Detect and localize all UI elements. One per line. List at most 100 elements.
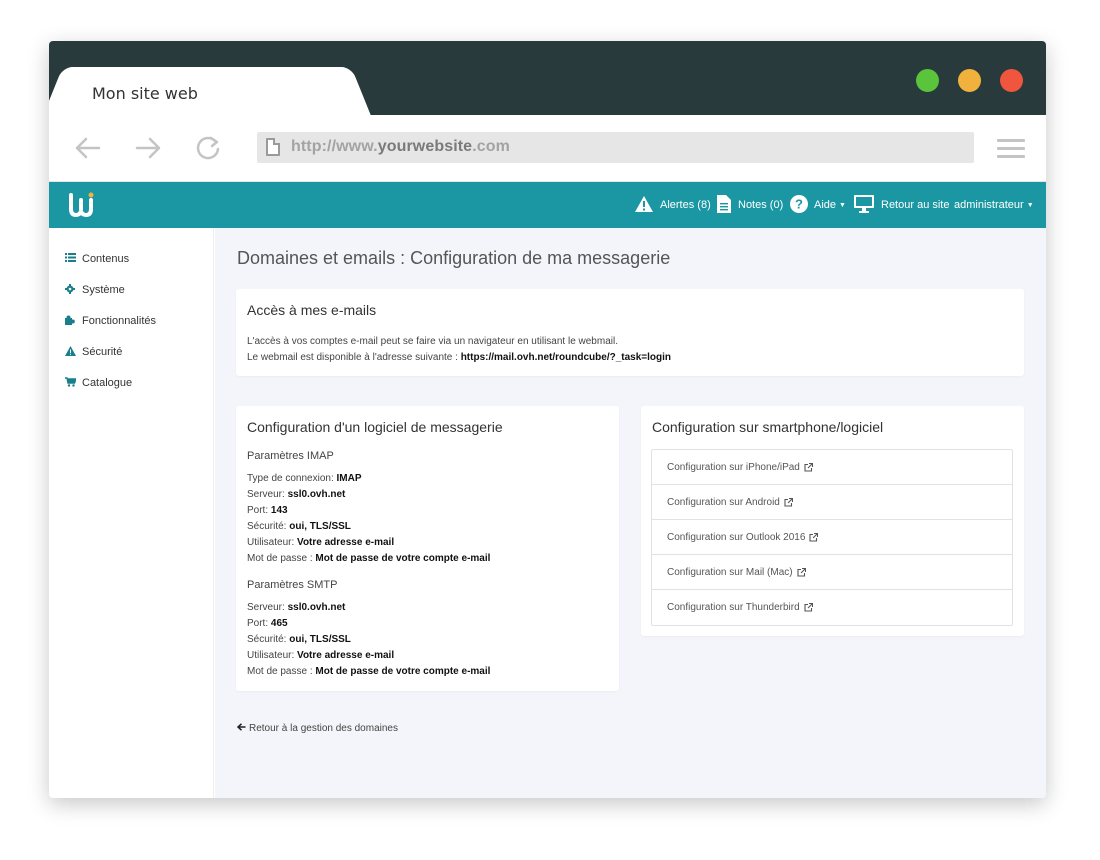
smtp-row: Sécurité: oui, TLS/SSL xyxy=(247,634,351,645)
sidebar-item-label: Système xyxy=(82,284,125,296)
config-link-mac-mail[interactable]: Configuration sur Mail (Mac) xyxy=(652,555,1012,590)
browser-tab[interactable]: Mon site web xyxy=(67,67,347,115)
software-card-title: Configuration d'un logiciel de messageri… xyxy=(247,419,503,435)
imap-row: Serveur: ssl0.ovh.net xyxy=(247,489,346,500)
browser-window: Mon site web http://www.yourwebsite.com xyxy=(49,41,1046,798)
sidebar-item-label: Contenus xyxy=(82,253,130,265)
alerts-label: Alertes (8) xyxy=(660,199,711,211)
reload-icon[interactable] xyxy=(191,131,225,165)
config-link-outlook[interactable]: Configuration sur Outlook 2016 xyxy=(652,520,1012,555)
sidebar-item-catalogue[interactable]: Catalogue xyxy=(64,375,132,391)
forward-arrow-icon[interactable] xyxy=(131,131,165,165)
url-domain: yourwebsite xyxy=(377,138,473,155)
notes-label: Notes (0) xyxy=(738,199,784,211)
back-arrow-icon[interactable] xyxy=(71,131,105,165)
svg-text:?: ? xyxy=(795,196,803,211)
config-link-label: Configuration sur Mail (Mac) xyxy=(667,566,793,578)
url-prefix: http://www. xyxy=(291,138,378,155)
app-topbar: Alertes (8) Notes (0) ? Aide ▼ Retour au… xyxy=(49,182,1046,228)
puzzle-icon xyxy=(64,315,76,328)
monitor-icon xyxy=(853,194,875,217)
external-link-icon xyxy=(804,602,813,612)
config-links-list: Configuration sur iPhone/iPad Configurat… xyxy=(651,449,1013,626)
sidebar-item-label: Sécurité xyxy=(82,346,123,358)
user-dropdown[interactable]: administrateur ▼ xyxy=(954,182,1034,228)
access-line-1: L'accès à vos comptes e-mail peut se fai… xyxy=(247,336,618,347)
back-to-domains-link[interactable]: Retour à la gestion des domaines xyxy=(236,723,398,734)
external-link-icon xyxy=(809,532,819,542)
imap-heading: Paramètres IMAP xyxy=(247,450,334,462)
back-to-site-link[interactable]: Retour au site xyxy=(853,182,949,228)
close-button[interactable] xyxy=(1000,69,1023,92)
sidebar-item-label: Fonctionnalités xyxy=(82,315,156,327)
minimize-button[interactable] xyxy=(958,69,981,92)
back-to-site-label: Retour au site xyxy=(881,199,950,211)
maximize-button[interactable] xyxy=(916,69,939,92)
alerts-link[interactable]: Alertes (8) xyxy=(634,182,711,228)
access-card-title: Accès à mes e-mails xyxy=(247,302,377,318)
config-link-iphone[interactable]: Configuration sur iPhone/iPad xyxy=(652,450,1012,485)
imap-settings: Type de connexion: IMAP Serveur: ssl0.ov… xyxy=(247,471,490,567)
arrow-left-icon xyxy=(236,723,246,734)
config-link-label: Configuration sur Outlook 2016 xyxy=(667,531,806,543)
sidebar-item-systeme[interactable]: Système xyxy=(64,282,125,298)
caret-down-icon: ▼ xyxy=(1026,201,1034,209)
document-icon xyxy=(716,194,732,217)
smtp-row: Mot de passe : Mot de passe de votre com… xyxy=(247,666,491,677)
warning-icon xyxy=(634,195,654,216)
url-suffix: .com xyxy=(472,138,510,155)
external-link-icon xyxy=(797,567,806,577)
browser-navbar: http://www.yourwebsite.com xyxy=(49,115,1046,182)
smtp-row: Port: 465 xyxy=(247,618,288,629)
access-card-text: L'accès à vos comptes e-mail peut se fai… xyxy=(247,334,671,366)
list-icon xyxy=(64,253,76,265)
sidebar-item-securite[interactable]: Sécurité xyxy=(64,344,122,360)
page-title: Domaines et emails : Configuration de ma… xyxy=(237,248,671,268)
imap-row: Sécurité: oui, TLS/SSL xyxy=(247,521,351,532)
imap-row: Utilisateur: Votre adresse e-mail xyxy=(247,537,395,548)
main-content: Domaines et emails : Configuration de ma… xyxy=(215,228,1046,798)
sidebar-item-contenus[interactable]: Contenus xyxy=(64,251,129,267)
warning-icon xyxy=(64,345,76,359)
access-line-2-label: Le webmail est disponible à l'adresse su… xyxy=(247,352,461,363)
gear-icon xyxy=(64,283,76,297)
caret-down-icon: ▼ xyxy=(839,201,846,209)
config-link-label: Configuration sur Android xyxy=(667,496,780,508)
browser-titlebar: Mon site web xyxy=(49,41,1046,115)
smtp-row: Utilisateur: Votre adresse e-mail xyxy=(247,650,395,661)
imap-row: Port: 143 xyxy=(247,505,288,516)
tab-title: Mon site web xyxy=(92,84,198,103)
page-icon xyxy=(266,138,280,156)
config-link-thunderbird[interactable]: Configuration sur Thunderbird xyxy=(652,590,1012,625)
user-label: administrateur xyxy=(954,199,1024,211)
imap-row: Type de connexion: IMAP xyxy=(247,473,362,484)
cart-icon xyxy=(64,376,77,390)
smartphone-config-card: Configuration sur smartphone/logiciel Co… xyxy=(641,406,1024,636)
smtp-heading: Paramètres SMTP xyxy=(247,579,338,591)
address-bar[interactable]: http://www.yourwebsite.com xyxy=(257,132,974,163)
menu-icon[interactable] xyxy=(997,139,1025,159)
config-link-label: Configuration sur Thunderbird xyxy=(667,602,800,613)
imap-row: Mot de passe : Mot de passe de votre com… xyxy=(247,553,491,564)
back-link-label: Retour à la gestion des domaines xyxy=(249,723,398,734)
config-link-android[interactable]: Configuration sur Android xyxy=(652,485,1012,520)
help-dropdown[interactable]: ? Aide ▼ xyxy=(790,182,846,228)
notes-link[interactable]: Notes (0) xyxy=(716,182,783,228)
smtp-row: Serveur: ssl0.ovh.net xyxy=(247,602,346,613)
config-link-label: Configuration sur iPhone/iPad xyxy=(667,461,800,473)
access-card: Accès à mes e-mails L'accès à vos compte… xyxy=(236,289,1024,376)
smartphone-card-title: Configuration sur smartphone/logiciel xyxy=(652,419,884,435)
software-config-card: Configuration d'un logiciel de messageri… xyxy=(236,406,619,691)
sidebar-item-label: Catalogue xyxy=(82,377,133,389)
smtp-settings: Serveur: ssl0.ovh.net Port: 465 Sécurité… xyxy=(247,600,490,680)
logo-icon[interactable] xyxy=(69,192,95,218)
access-line-2: Le webmail est disponible à l'adresse su… xyxy=(247,350,671,366)
webmail-url[interactable]: https://mail.ovh.net/roundcube/?_task=lo… xyxy=(461,352,671,363)
url-text: http://www.yourwebsite.com xyxy=(291,138,510,156)
sidebar: Contenus Système Fonctionnalités Sécurit… xyxy=(49,228,214,798)
sidebar-item-fonctionnalites[interactable]: Fonctionnalités xyxy=(64,313,156,329)
help-icon: ? xyxy=(790,194,808,216)
external-link-icon xyxy=(784,497,793,507)
external-link-icon xyxy=(804,462,813,472)
help-label: Aide xyxy=(814,199,837,211)
